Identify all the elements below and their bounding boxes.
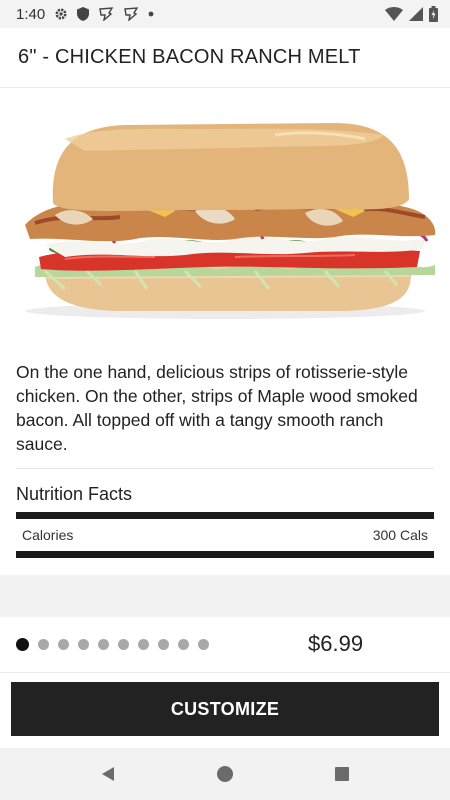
page-dot[interactable] — [118, 639, 129, 650]
page-dot-active[interactable] — [16, 638, 29, 651]
shield-icon — [77, 7, 90, 21]
product-image — [0, 88, 450, 340]
product-price: $6.99 — [308, 631, 364, 656]
page-indicator[interactable] — [16, 638, 209, 651]
page-dot[interactable] — [138, 639, 149, 650]
page-title: 6" - CHICKEN BACON RANCH MELT — [18, 46, 361, 68]
more-dot-icon — [148, 11, 154, 17]
customize-button[interactable]: CUSTOMIZE — [11, 682, 439, 736]
calories-label: Calories — [22, 527, 74, 543]
page-dot[interactable] — [158, 639, 169, 650]
system-nav-bar — [0, 748, 450, 800]
back-icon[interactable] — [88, 754, 128, 794]
battery-charging-icon — [429, 6, 438, 22]
nutrition-calories-row: Calories 300 Cals — [16, 512, 434, 558]
status-time: 1:40 — [16, 5, 46, 23]
calories-value: 300 Cals — [372, 527, 428, 543]
app-notification-icon — [123, 7, 139, 21]
gear-icon — [54, 7, 68, 21]
sandwich-illustration — [25, 123, 436, 319]
app-notification-icon — [98, 7, 114, 21]
page-dot[interactable] — [178, 639, 189, 650]
cell-signal-icon — [409, 7, 423, 21]
wifi-icon — [385, 7, 403, 21]
page-dot[interactable] — [58, 639, 69, 650]
product-description: On the one hand, delicious strips of rot… — [16, 362, 418, 454]
section-spacer — [0, 575, 450, 617]
page-dot[interactable] — [98, 639, 109, 650]
status-bar: 1:40 — [0, 0, 450, 28]
recents-icon[interactable] — [322, 754, 362, 794]
home-icon[interactable] — [205, 754, 245, 794]
title-bar: 6" - CHICKEN BACON RANCH MELT — [0, 28, 450, 88]
divider — [16, 468, 434, 469]
nutrition-facts-heading: Nutrition Facts — [16, 484, 133, 504]
page-dot[interactable] — [38, 639, 49, 650]
pager-row: $6.99 — [0, 617, 450, 673]
page-dot[interactable] — [198, 639, 209, 650]
page-dot[interactable] — [78, 639, 89, 650]
